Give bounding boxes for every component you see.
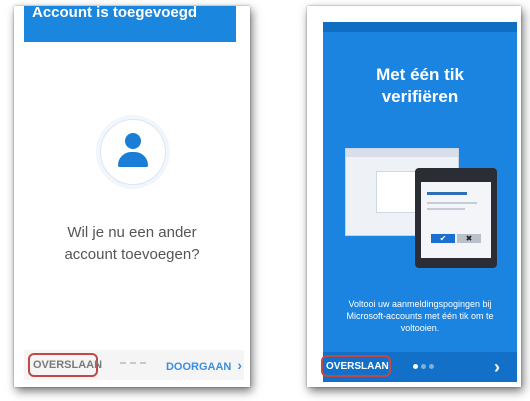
page-indicator (413, 364, 437, 370)
page-dot (429, 364, 434, 369)
right-footer-bar: OVERSLAAN › (321, 352, 517, 382)
avatar (100, 119, 166, 185)
notification-header (427, 192, 467, 195)
left-footer-bar: OVERSLAAN DOORGAAN › (24, 350, 244, 380)
description-line-3: voltooien. (400, 323, 440, 333)
left-phone-screen: Account is toegevoegd Wil je nu een ande… (14, 6, 250, 387)
page-dot-active (413, 364, 418, 369)
onboarding-description: Voltooi uw aanmeldingspogingen bij Micro… (329, 298, 511, 334)
browser-titlebar (346, 149, 458, 157)
page-dot (120, 362, 126, 364)
description-line-1: Voltooi uw aanmeldingspogingen bij (348, 299, 492, 309)
approve-icon: ✔ (431, 234, 455, 243)
skip-button[interactable]: OVERSLAAN (28, 353, 102, 377)
status-bar (323, 22, 517, 32)
continue-button[interactable]: DOORGAAN › (166, 355, 242, 375)
skip-button-label: OVERSLAAN (33, 359, 103, 371)
title-line-1: Met één tik (376, 65, 464, 84)
page-indicator (120, 362, 150, 368)
chevron-right-icon: › (237, 357, 242, 373)
chevron-right-icon: › (494, 357, 500, 377)
phone-illustration: ✔ ✖ (415, 168, 497, 268)
question-line-2: account toevoegen? (64, 246, 200, 263)
onboarding-title: Met één tik verifiëren (323, 64, 517, 108)
continue-button-label: DOORGAAN (165, 361, 232, 373)
question-line-1: Wil je nu een ander (67, 224, 197, 241)
page-title-banner: Account is toegevoegd (24, 6, 236, 42)
page-title: Account is toegevoegd (32, 6, 198, 21)
skip-button-label: OVERSLAAN (326, 360, 389, 372)
title-line-2: verifiëren (381, 87, 459, 106)
deny-icon: ✖ (457, 234, 481, 243)
description-line-2: Microsoft-accounts met één tik om te (346, 311, 494, 321)
phone-illustration-screen: ✔ ✖ (421, 182, 491, 258)
page-dot (130, 362, 136, 364)
user-icon-head (125, 133, 141, 149)
page-dot (140, 362, 146, 364)
notification-line (427, 202, 477, 204)
skip-button[interactable]: OVERSLAAN (321, 355, 391, 377)
page-dot (421, 364, 426, 369)
right-phone-screen: Met één tik verifiëren ✔ ✖ Voltooi uw aa… (307, 6, 521, 387)
next-button[interactable]: › (487, 356, 507, 378)
onboarding-panel: Met één tik verifiëren ✔ ✖ Voltooi uw aa… (321, 22, 517, 382)
add-account-question: Wil je nu een ander account toevoegen? (14, 222, 250, 266)
notification-line (427, 208, 465, 210)
user-icon-body (118, 152, 148, 167)
